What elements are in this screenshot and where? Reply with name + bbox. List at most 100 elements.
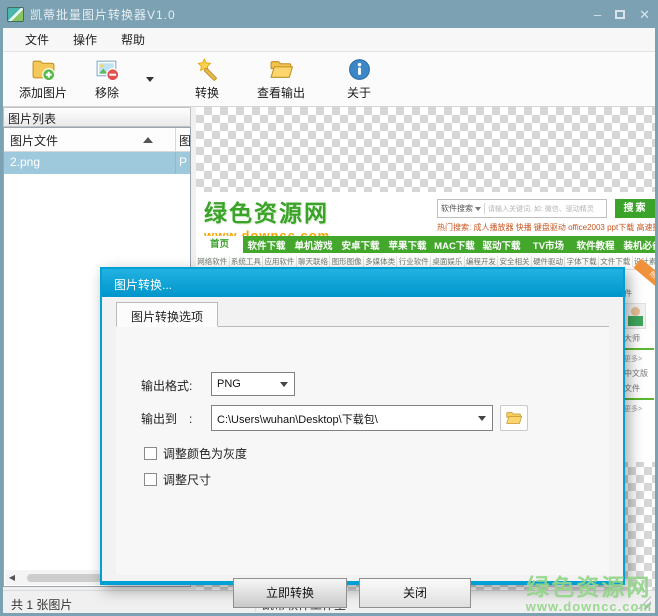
view-output-button[interactable]: 查看输出 <box>249 55 313 103</box>
resize-checkbox-row[interactable]: 调整尺寸 <box>144 471 211 488</box>
site-nav-item-0: 首页 <box>196 236 243 253</box>
format-value: PNG <box>217 378 241 390</box>
site-subnav-item-1: 系统工具 <box>230 256 264 267</box>
combo-arrow-icon <box>478 416 486 421</box>
grayscale-checkbox-row[interactable]: 调整颜色为灰度 <box>144 445 247 462</box>
fragment-text: 件 <box>624 288 655 299</box>
magic-wand-icon <box>195 57 220 82</box>
app-window: 凯蒂批量图片转换器V1.0 – ✕ 文件操作帮助 添加图片 移除 <box>0 0 658 616</box>
image-count-status: 共 1 张图片 <box>11 596 72 613</box>
menu-bar: 文件操作帮助 <box>3 28 655 52</box>
chevron-down-icon <box>146 77 154 82</box>
site-subnav-item-11: 字体下载 <box>565 256 599 267</box>
more-link: 更多> <box>624 404 655 414</box>
convert-label: 转换 <box>195 84 219 101</box>
menu-item-2[interactable]: 帮助 <box>109 27 157 52</box>
dialog-tab-page: 输出格式: PNG 输出到 : C:\Users\wuhan\Desktop\下… <box>116 327 609 575</box>
site-nav-bar: 首页软件下载单机游戏安卓下载苹果下载MAC下载驱动下载TV市场软件教程装机必备 <box>196 236 655 253</box>
green-divider <box>624 348 654 350</box>
fragment-text: 大师 <box>624 333 655 344</box>
image-list-header: 图片文件 图 <box>4 128 190 152</box>
menu-item-1[interactable]: 操作 <box>61 27 109 52</box>
folder-icon <box>505 410 523 426</box>
list-item-filename: 2.png <box>4 152 176 174</box>
dialog-close-button[interactable]: 关闭 <box>359 578 471 608</box>
add-images-button[interactable]: 添加图片 <box>11 55 75 103</box>
site-search-box: 软件搜索 请输入关键词, 如: 微信、驱动精灵 <box>437 199 607 218</box>
content-fragments: 件 大师 更多> 中文版 文件 更多> <box>624 288 655 414</box>
site-nav-item-9: 装机必备 <box>619 238 655 252</box>
browse-folder-button[interactable] <box>500 405 528 431</box>
menu-item-0[interactable]: 文件 <box>13 27 61 52</box>
column-header-2[interactable]: 图 <box>176 128 190 151</box>
list-item-selected[interactable]: 2.png P <box>4 152 190 174</box>
site-subnav-item-4: 图形图像 <box>330 256 364 267</box>
image-list-panel-title: 图片列表 <box>3 107 191 127</box>
resize-checkbox[interactable] <box>144 473 157 486</box>
dialog-body: 图片转换选项 输出格式: PNG 输出到 : C:\Users\wuhan\De… <box>102 297 623 581</box>
column-header-file[interactable]: 图片文件 <box>4 128 176 151</box>
list-item-col2: P <box>176 152 190 174</box>
folder-plus-icon <box>31 57 56 82</box>
site-subnav-item-3: 聊天联络 <box>297 256 331 267</box>
hot-search-line: 热门搜索: 成人播放器 快播 键盘驱动 office2003 ppt下载 高速摄… <box>437 222 655 233</box>
view-output-label: 查看输出 <box>257 84 305 101</box>
remove-dropdown-button[interactable] <box>139 55 161 103</box>
title-bar: 凯蒂批量图片转换器V1.0 – ✕ <box>0 0 658 28</box>
fragment-text: 中文版 <box>624 368 655 379</box>
about-button[interactable]: 关于 <box>327 55 391 103</box>
site-subnav-item-5: 多媒体类 <box>364 256 398 267</box>
search-category-dropdown: 软件搜索 <box>438 203 485 214</box>
site-nav-item-8: 软件教程 <box>572 238 619 252</box>
search-placeholder: 请输入关键词, 如: 微信、驱动精灵 <box>485 204 597 214</box>
site-nav-item-5: MAC下载 <box>431 238 478 252</box>
minimize-button[interactable]: – <box>594 8 601 21</box>
site-subnav-item-6: 行业软件 <box>397 256 431 267</box>
open-folder-icon <box>269 57 294 82</box>
green-divider <box>624 398 654 400</box>
site-subnav-item-0: 网络软件 <box>196 256 230 267</box>
image-minus-icon <box>95 57 120 82</box>
dialog-title-bar[interactable]: 图片转换... <box>102 269 623 297</box>
toolbar: 添加图片 移除 转换 查看输出 关于 <box>3 52 655 107</box>
convert-now-button[interactable]: 立即转换 <box>233 578 347 608</box>
site-search-button: 搜索 <box>615 199 655 218</box>
output-label: 输出到 : <box>141 410 192 427</box>
about-label: 关于 <box>347 84 371 101</box>
format-combobox[interactable]: PNG <box>211 372 295 396</box>
resize-checkbox-label: 调整尺寸 <box>163 471 211 488</box>
site-nav-item-3: 安卓下载 <box>337 238 384 252</box>
site-subnav-item-8: 编程开发 <box>465 256 499 267</box>
site-nav-item-4: 苹果下载 <box>384 238 431 252</box>
sort-ascending-icon <box>143 137 153 143</box>
add-images-label: 添加图片 <box>19 84 67 101</box>
site-nav-item-2: 单机游戏 <box>290 238 337 252</box>
site-subnav-item-12: 文件下载 <box>599 256 633 267</box>
resize-grip[interactable] <box>638 596 651 609</box>
grayscale-checkbox[interactable] <box>144 447 157 460</box>
scroll-left-icon[interactable]: ◀ <box>5 573 19 582</box>
remove-button[interactable]: 移除 <box>75 55 139 103</box>
format-label: 输出格式: <box>141 377 192 394</box>
window-title: 凯蒂批量图片转换器V1.0 <box>30 6 176 23</box>
tab-conversion-options[interactable]: 图片转换选项 <box>116 302 218 327</box>
site-subnav-item-2: 应用软件 <box>263 256 297 267</box>
info-icon <box>347 57 372 82</box>
conversion-dialog: 图片转换... 图片转换选项 输出格式: PNG 输出到 : C:\Users\… <box>100 267 625 585</box>
more-link: 更多> <box>624 354 655 364</box>
site-name: 绿色资源网 <box>204 194 330 228</box>
site-nav-item-1: 软件下载 <box>243 238 290 252</box>
grayscale-checkbox-label: 调整颜色为灰度 <box>163 445 247 462</box>
maximize-button[interactable] <box>615 10 625 19</box>
remove-label: 移除 <box>95 84 119 101</box>
close-button[interactable]: ✕ <box>639 8 650 21</box>
app-icon <box>7 7 24 22</box>
person-thumbnail <box>624 303 646 329</box>
output-path-combobox[interactable]: C:\Users\wuhan\Desktop\下载包\ <box>211 405 493 431</box>
fragment-text: 文件 <box>624 383 655 394</box>
dialog-tab-strip: 图片转换选项 <box>116 303 609 327</box>
site-nav-item-6: 驱动下载 <box>478 238 525 252</box>
site-subnav-item-7: 桌面娱乐 <box>431 256 465 267</box>
convert-button[interactable]: 转换 <box>175 55 239 103</box>
site-subnav-item-9: 安全相关 <box>498 256 532 267</box>
